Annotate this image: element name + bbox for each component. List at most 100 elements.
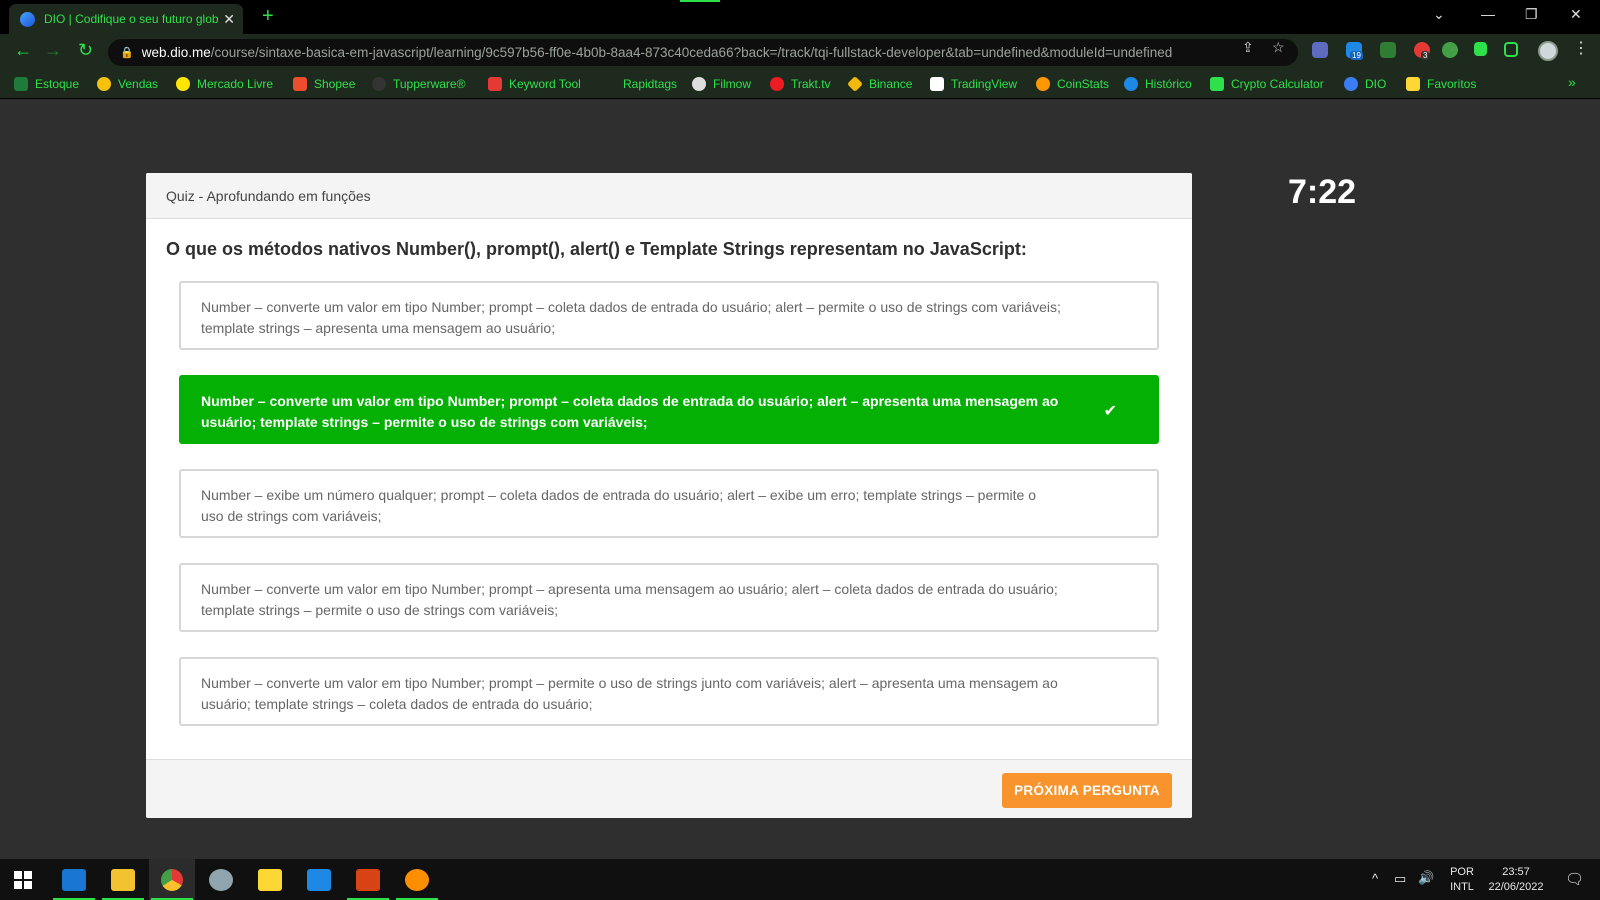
language-indicator[interactable]: POR INTL [1445,865,1479,895]
tab-count-badge: 19 [1350,51,1363,60]
bookmark-label: Vendas [118,77,159,91]
back-arrow-icon[interactable]: ← [14,40,32,61]
bookmark-label: Crypto Calculator [1231,77,1324,91]
next-question-button[interactable]: PRÓXIMA PERGUNTA [1002,773,1172,808]
dio-favicon-icon [20,11,35,27]
dio-icon [1344,77,1358,91]
taskbar-mail[interactable] [51,859,97,900]
keyword-tool-icon [488,77,502,91]
bookmark-item[interactable]: Shopee [293,75,355,93]
question-text: O que os métodos nativos Number(), promp… [166,239,1027,259]
volume-icon[interactable]: 🔊 [1418,870,1434,886]
bookmark-star-icon[interactable]: ☆ [1272,39,1285,56]
share-icon[interactable]: ⇪ [1242,39,1254,56]
bookmark-item[interactable]: Estoque [14,75,79,93]
clock-date: 22/06/2022 [1488,881,1544,893]
profile-avatar[interactable] [1538,41,1558,61]
restore-icon[interactable]: ❐ [1525,6,1538,23]
bookmark-item[interactable]: Filmow [692,75,751,93]
trakt-icon [770,77,784,91]
bookmark-item[interactable]: Crypto Calculator [1210,75,1324,93]
bookmark-item[interactable]: Favoritos [1406,75,1476,93]
side-panel-icon[interactable] [1504,42,1518,57]
quiz-footer: PRÓXIMA PERGUNTA [146,759,1192,818]
forward-arrow-icon[interactable]: → [44,40,62,61]
taskbar-app-orange[interactable] [394,859,440,900]
answer-text: Number – converte um valor em tipo Numbe… [201,393,1059,430]
taskbar-app-settings[interactable] [198,859,244,900]
reload-icon[interactable]: ↻ [78,40,93,61]
answer-option[interactable]: Number – converte um valor em tipo Numbe… [179,563,1159,632]
bookmark-label: Estoque [35,77,80,91]
notification-badge: 3 [1421,51,1430,60]
answer-option[interactable]: Number – converte um valor em tipo Numbe… [179,375,1159,444]
keyboard-layout: INTL [1450,881,1474,893]
tab-counter-extension-icon[interactable]: 19 [1346,42,1363,60]
tradingview-icon [930,77,944,91]
shopee-icon [293,77,307,91]
bookmark-item[interactable]: Vendas [97,75,158,93]
clock[interactable]: 23:57 22/06/2022 [1480,865,1552,895]
quiz-timer: 7:22 [1288,173,1357,211]
taskbar-explorer[interactable] [100,859,146,900]
new-tab-button[interactable]: + [262,5,274,28]
tab-title: DIO | Codifique o seu futuro glob [44,12,219,26]
bookmark-item[interactable]: TradingView [930,75,1017,93]
excel-icon [14,77,28,91]
answer-option[interactable]: Number – exibe um número qualquer; promp… [179,469,1159,538]
bookmark-item[interactable]: DIO [1344,75,1386,93]
network-icon[interactable]: ▭ [1394,871,1406,887]
history-icon [1124,77,1138,91]
filmow-icon [692,77,706,91]
vendas-icon [97,77,111,91]
url-host: web.dio.me [141,45,211,60]
bookmark-item[interactable]: Keyword Tool [488,75,581,93]
notification-center-icon[interactable]: 🗨 [1565,870,1584,888]
notification-extension-icon[interactable]: 3 [1414,42,1430,60]
translate-extension-icon[interactable] [1442,42,1458,58]
minimize-icon[interactable]: — [1481,6,1495,22]
bookmark-label: Favoritos [1427,77,1477,91]
shield-extension-icon[interactable] [1380,42,1396,58]
bookmark-item[interactable]: Tupperware® [372,75,465,93]
taskbar-snip-tool[interactable] [345,859,391,900]
bookmark-item[interactable]: Binance [847,75,912,93]
taskbar-vscode[interactable] [296,859,342,900]
bookmark-label: Filmow [713,77,751,91]
tray-chevron-icon[interactable]: ^ [1372,871,1378,886]
quiz-title: Quiz - Aprofundando em funções [166,188,371,204]
bookmark-item[interactable]: Histórico [1124,75,1192,93]
bookmark-label: CoinStats [1057,77,1110,91]
close-window-icon[interactable]: ✕ [1570,6,1582,23]
taskbar-chrome[interactable] [149,859,195,900]
windows-start-icon[interactable] [14,871,32,889]
taskbar-sticky-notes[interactable] [247,859,293,900]
bookmark-item[interactable]: Trakt.tv [770,75,831,93]
bookmark-item[interactable]: Mercado Livre [176,75,273,93]
snipping-tool-icon [356,868,380,891]
answer-text: Number – converte um valor em tipo Numbe… [201,675,1058,712]
chrome-menu-icon[interactable]: ⋮ [1573,38,1589,58]
tupperware-icon [372,77,386,91]
tab-close-icon[interactable]: ✕ [223,11,235,28]
bookmarks-overflow-icon[interactable]: » [1568,74,1576,90]
folder-icon [111,868,135,891]
bookmark-label: Tupperware® [393,77,466,91]
language-code: POR [1450,866,1474,878]
answer-option[interactable]: Number – converte um valor em tipo Numbe… [179,281,1159,350]
coinstats-icon [1036,77,1050,91]
bookmark-label: TradingView [951,77,1018,91]
bookmark-item[interactable]: Rapidtags [602,75,677,93]
extensions-puzzle-icon[interactable] [1474,42,1487,56]
browser-tab-active[interactable]: DIO | Codifique o seu futuro glob ✕ [9,4,243,34]
bookmark-label: Histórico [1145,77,1192,91]
tab-search-icon[interactable]: ⌄ [1433,6,1445,23]
answer-option[interactable]: Number – converte um valor em tipo Numbe… [179,657,1159,726]
answer-text: Number – exibe um número qualquer; promp… [201,487,1037,524]
windows-taskbar: ^ ▭ 🔊 POR INTL 23:57 22/06/2022 🗨 [0,859,1600,900]
address-bar[interactable]: 🔒 web.dio.me /course/sintaxe-basica-em-j… [108,39,1298,66]
download-extension-icon[interactable] [1312,42,1328,58]
bookmark-item[interactable]: CoinStats [1036,75,1109,93]
bookmarks-bar: Estoque Vendas Mercado Livre Shopee Tupp… [0,70,1600,99]
binance-icon [847,76,863,92]
